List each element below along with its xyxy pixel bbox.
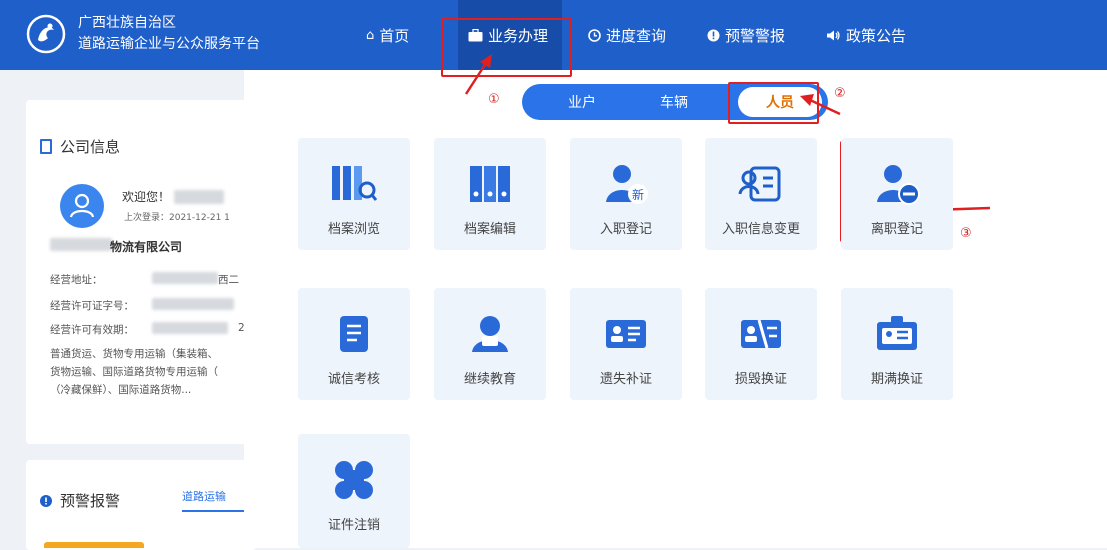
business-scope: 普通货运、货物专用运输（集装箱、 货物运输、国际道路货物专用运输（ （冷藏保鲜）… bbox=[50, 345, 244, 399]
annotation-number-3: ③ bbox=[960, 226, 972, 241]
redacted-license bbox=[152, 298, 234, 310]
tile-label: 损毁换证 bbox=[734, 372, 787, 387]
document-icon bbox=[40, 139, 52, 154]
warning-title: 预警报警 bbox=[40, 490, 120, 511]
brand-line1: 广西壮族自治区 bbox=[78, 15, 176, 31]
tile-damaged-card[interactable]: 损毁换证 bbox=[705, 288, 817, 400]
warning-badge bbox=[44, 542, 144, 548]
redacted-company-prefix bbox=[50, 238, 112, 251]
nav-policy[interactable]: 政策公告 bbox=[826, 0, 906, 70]
tab-vehicle[interactable]: 车辆 bbox=[644, 84, 704, 120]
nav-progress-label: 进度查询 bbox=[606, 26, 667, 45]
clock-icon bbox=[588, 28, 601, 42]
nav-home[interactable]: ⌂ 首页 bbox=[366, 0, 409, 70]
onboard-icon: 新 bbox=[601, 160, 651, 208]
tile-onboard[interactable]: 新 入职登记 bbox=[570, 138, 682, 250]
tile-label: 证件注销 bbox=[327, 518, 380, 533]
lost-card-icon bbox=[601, 310, 651, 358]
education-icon bbox=[465, 310, 515, 358]
scope-line: （冷藏保鲜）、国际道路货物... bbox=[50, 384, 192, 396]
company-name: 物流有限公司 bbox=[110, 240, 183, 254]
redacted-username bbox=[174, 190, 224, 204]
annotation-arrow-1 bbox=[464, 54, 492, 95]
tab-business-owner[interactable]: 业户 bbox=[552, 84, 612, 120]
speaker-icon bbox=[827, 30, 840, 40]
alert-icon bbox=[707, 29, 720, 41]
archive-edit-icon bbox=[465, 160, 515, 208]
tile-label: 入职信息变更 bbox=[721, 222, 800, 237]
logo-icon bbox=[26, 14, 66, 54]
user-icon bbox=[69, 193, 95, 218]
redacted-valid bbox=[152, 322, 228, 334]
tile-label: 档案浏览 bbox=[327, 222, 380, 237]
tile-archive-browse[interactable]: 档案浏览 bbox=[298, 138, 410, 250]
tile-label: 入职登记 bbox=[599, 222, 652, 237]
alert-circle-icon bbox=[40, 494, 52, 507]
nav-progress[interactable]: 进度查询 bbox=[588, 0, 666, 70]
company-info-title-text: 公司信息 bbox=[60, 138, 121, 156]
nav-alert-label: 预警警报 bbox=[725, 26, 786, 45]
avatar bbox=[60, 184, 104, 228]
address-tail: 西二 bbox=[218, 274, 239, 286]
scope-line: 普通货运、货物专用运输（集装箱、 bbox=[50, 348, 218, 360]
scope-line: 货物运输、国际道路货物专用运输（ bbox=[50, 366, 218, 378]
home-icon: ⌂ bbox=[366, 27, 375, 43]
tile-label: 档案编辑 bbox=[463, 222, 516, 237]
tile-label: 遗失补证 bbox=[599, 372, 652, 387]
nav-home-label: 首页 bbox=[379, 26, 410, 45]
tile-education[interactable]: 继续教育 bbox=[434, 288, 546, 400]
tile-label: 期满换证 bbox=[870, 372, 923, 387]
redacted-address bbox=[152, 272, 218, 284]
nav-policy-label: 政策公告 bbox=[846, 26, 907, 45]
tile-credit[interactable]: 诚信考核 bbox=[298, 288, 410, 400]
warning-tab-road[interactable]: 道路运输 bbox=[182, 488, 246, 512]
tile-onboard-change[interactable]: 入职信息变更 bbox=[705, 138, 817, 250]
brand-line2: 道路运输企业与公众服务平台 bbox=[78, 36, 260, 52]
valid-label: 经营许可有效期： bbox=[50, 324, 134, 336]
cancel-card-icon bbox=[329, 456, 379, 504]
credit-icon bbox=[329, 310, 379, 358]
tile-cancel-card[interactable]: 证件注销 bbox=[298, 434, 410, 548]
tile-expired-card[interactable]: 期满换证 bbox=[841, 288, 953, 400]
svg-text:新: 新 bbox=[632, 187, 644, 202]
warning-title-text: 预警报警 bbox=[60, 492, 121, 510]
tile-archive-edit[interactable]: 档案编辑 bbox=[434, 138, 546, 250]
expired-card-icon bbox=[872, 310, 922, 358]
archive-browse-icon bbox=[329, 160, 379, 208]
brand-title: 广西壮族自治区 道路运输企业与公众服务平台 bbox=[78, 13, 260, 55]
tile-resign[interactable]: 离职登记 bbox=[841, 138, 953, 250]
damaged-card-icon bbox=[736, 310, 786, 358]
nav-alert[interactable]: 预警警报 bbox=[707, 0, 785, 70]
company-info-title: 公司信息 bbox=[40, 136, 120, 157]
welcome-text: 欢迎您！ bbox=[122, 190, 171, 204]
license-label: 经营许可证字号： bbox=[50, 300, 134, 312]
address-label: 经营地址： bbox=[50, 274, 103, 286]
tile-label: 继续教育 bbox=[463, 372, 516, 387]
tile-label: 诚信考核 bbox=[327, 372, 380, 387]
resign-icon bbox=[872, 160, 922, 208]
annotation-arrow-2 bbox=[800, 94, 841, 116]
tile-lost-card[interactable]: 遗失补证 bbox=[570, 288, 682, 400]
last-login-text: 上次登录：2021-12-21 1 bbox=[124, 213, 230, 223]
tile-label: 离职登记 bbox=[870, 222, 923, 237]
onboard-change-icon bbox=[736, 160, 786, 208]
